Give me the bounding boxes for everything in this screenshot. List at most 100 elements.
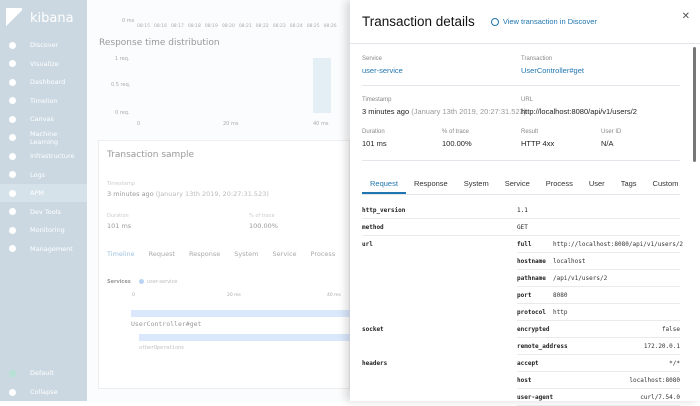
nested-row: user-agent curl/7.54.0 [517,389,680,406]
axis-tick-label: 08:23 [272,24,286,29]
nested-row: host localhost:8080 [517,372,680,389]
tab-timeline[interactable]: Timeline [107,250,135,258]
space-selector[interactable]: Default [0,364,87,382]
close-icon[interactable]: ✕ [682,11,690,22]
space-label: Default [30,369,54,377]
nested-key: remote_address [517,343,568,350]
tab-process[interactable]: Process [538,176,581,194]
scrollbar[interactable] [693,47,696,162]
sidebar-item-label: Visualize [30,59,59,68]
nested-row: full http://localhost:8080/api/v1/users/2 [517,236,684,253]
nested-key: encrypted [517,326,550,333]
tab-user[interactable]: User [581,176,613,194]
table-row: url full http://localhost:8080/api/v1/user… [362,236,684,321]
dist-y-tick: 0 req. [115,110,130,116]
nested-value: */* [669,360,680,367]
flyout-title: Transaction details [362,14,475,29]
tab-service[interactable]: Service [273,250,297,258]
sidebar: kibana Discover Visualize Dashboard Timelio… [0,0,87,401]
nested-value: /api/v1/users/2 [553,275,608,282]
divider [362,85,680,86]
nested-value: localhost:8080 [629,377,680,384]
dist-x-tick: 0 [137,121,141,127]
timeline-span-bar[interactable] [131,310,351,317]
sidebar-item-apm[interactable]: APM [0,184,87,202]
distribution-bar[interactable] [313,58,331,113]
service-color-dot [139,279,144,284]
divider [362,160,680,161]
sidebar-item-machine-learning[interactable]: Machine Learning [0,129,87,147]
services-legend-item[interactable]: user-service [147,279,177,285]
sample-duration: 101 ms [107,222,132,230]
tab-request[interactable]: Request [362,176,406,194]
nested-key: port [517,292,532,299]
sidebar-item-infrastructure[interactable]: Infrastructure [0,147,87,165]
brand-name: kibana [30,10,74,26]
tab-process[interactable]: Process [311,250,336,258]
sidebar-item-timelion[interactable]: Timelion [0,92,87,110]
axis-tick-label: 08:25 [306,24,320,29]
infra-icon [9,152,16,160]
apm-icon [9,189,16,197]
duration-label: Duration [362,129,385,135]
transaction-sample-panel: Transaction sample Timestamp 3 minutes a… [98,140,351,389]
tab-tags[interactable]: Tags [613,176,645,194]
transaction-link[interactable]: UserController#get [521,66,584,75]
heart-icon [9,226,16,234]
nested-row: encrypted false [517,321,680,338]
nested-value: http [553,309,568,316]
axis-tick-label: 08:17 [170,24,184,29]
tab-request[interactable]: Request [149,250,175,258]
nested-value: localhost [553,258,586,265]
service-link[interactable]: user-service [362,66,403,75]
result-label: Result [521,129,539,135]
sidebar-item-canvas[interactable]: Canvas [0,110,87,128]
sidebar-item-label: Canvas [30,115,54,123]
sidebar-item-label: Infrastructure [30,152,75,160]
nested-key: full [517,241,532,248]
compass-icon [9,41,16,49]
sidebar-item-dev-tools[interactable]: Dev Tools [0,203,87,221]
collapse-button[interactable]: Collapse [0,383,87,401]
sidebar-item-label: Monitoring [30,226,65,234]
timeline-span-name[interactable]: UserController#get [131,320,201,328]
timeline-span-bar[interactable] [139,334,351,341]
sidebar-item-logs[interactable]: Logs [0,166,87,184]
sidebar-item-management[interactable]: Management [0,240,87,258]
nested-key: hostname [517,258,546,265]
tab-response[interactable]: Response [406,176,456,194]
view-in-discover-link[interactable]: View transaction in Discover [490,17,597,26]
tab-system[interactable]: System [456,176,497,194]
nested-row: remote_address 172.20.0.1 [517,338,680,355]
row-value: GET [517,224,528,231]
tab-service[interactable]: Service [497,176,538,194]
nested-key: protocol [517,309,546,316]
request-table: http_version 1.1 method GET url full http://lo… [362,202,684,406]
tab-system[interactable]: System [234,250,258,258]
sidebar-item-label: Management [30,244,73,253]
sidebar-item-dashboard[interactable]: Dashboard [0,73,87,91]
sidebar-item-visualize[interactable]: Visualize [0,55,87,73]
distribution-title: Response time distribution [99,38,220,48]
sidebar-item-monitoring[interactable]: Monitoring [0,221,87,239]
kibana-logo[interactable]: kibana [0,0,87,36]
nested-value: 172.20.0.1 [643,343,680,350]
axis-tick-label: 08:16 [153,24,167,29]
logs-icon [9,171,16,178]
tab-response[interactable]: Response [189,250,220,258]
sidebar-item-discover[interactable]: Discover [0,36,87,54]
timeline-span-name[interactable]: otherOperations [139,345,184,351]
sidebar-item-label: Dashboard [30,78,66,86]
url-label: URL [521,97,534,103]
dashboard-icon [9,78,16,86]
sample-trace: 100.00% [249,222,278,230]
sample-duration-label: Duration [107,213,129,219]
sidebar-item-label: Discover [30,41,59,49]
tab-custom[interactable]: Custom [645,176,687,194]
sidebar-item-label: Machine Learning [29,129,59,146]
nested-value: http://localhost:8080/api/v1/users/2 [553,241,684,248]
sample-timestamp: 3 minutes ago [107,190,154,198]
row-key: headers [362,360,388,367]
axis-tick-label: 08:20 [221,24,235,29]
kibana-logo-icon [6,8,22,28]
